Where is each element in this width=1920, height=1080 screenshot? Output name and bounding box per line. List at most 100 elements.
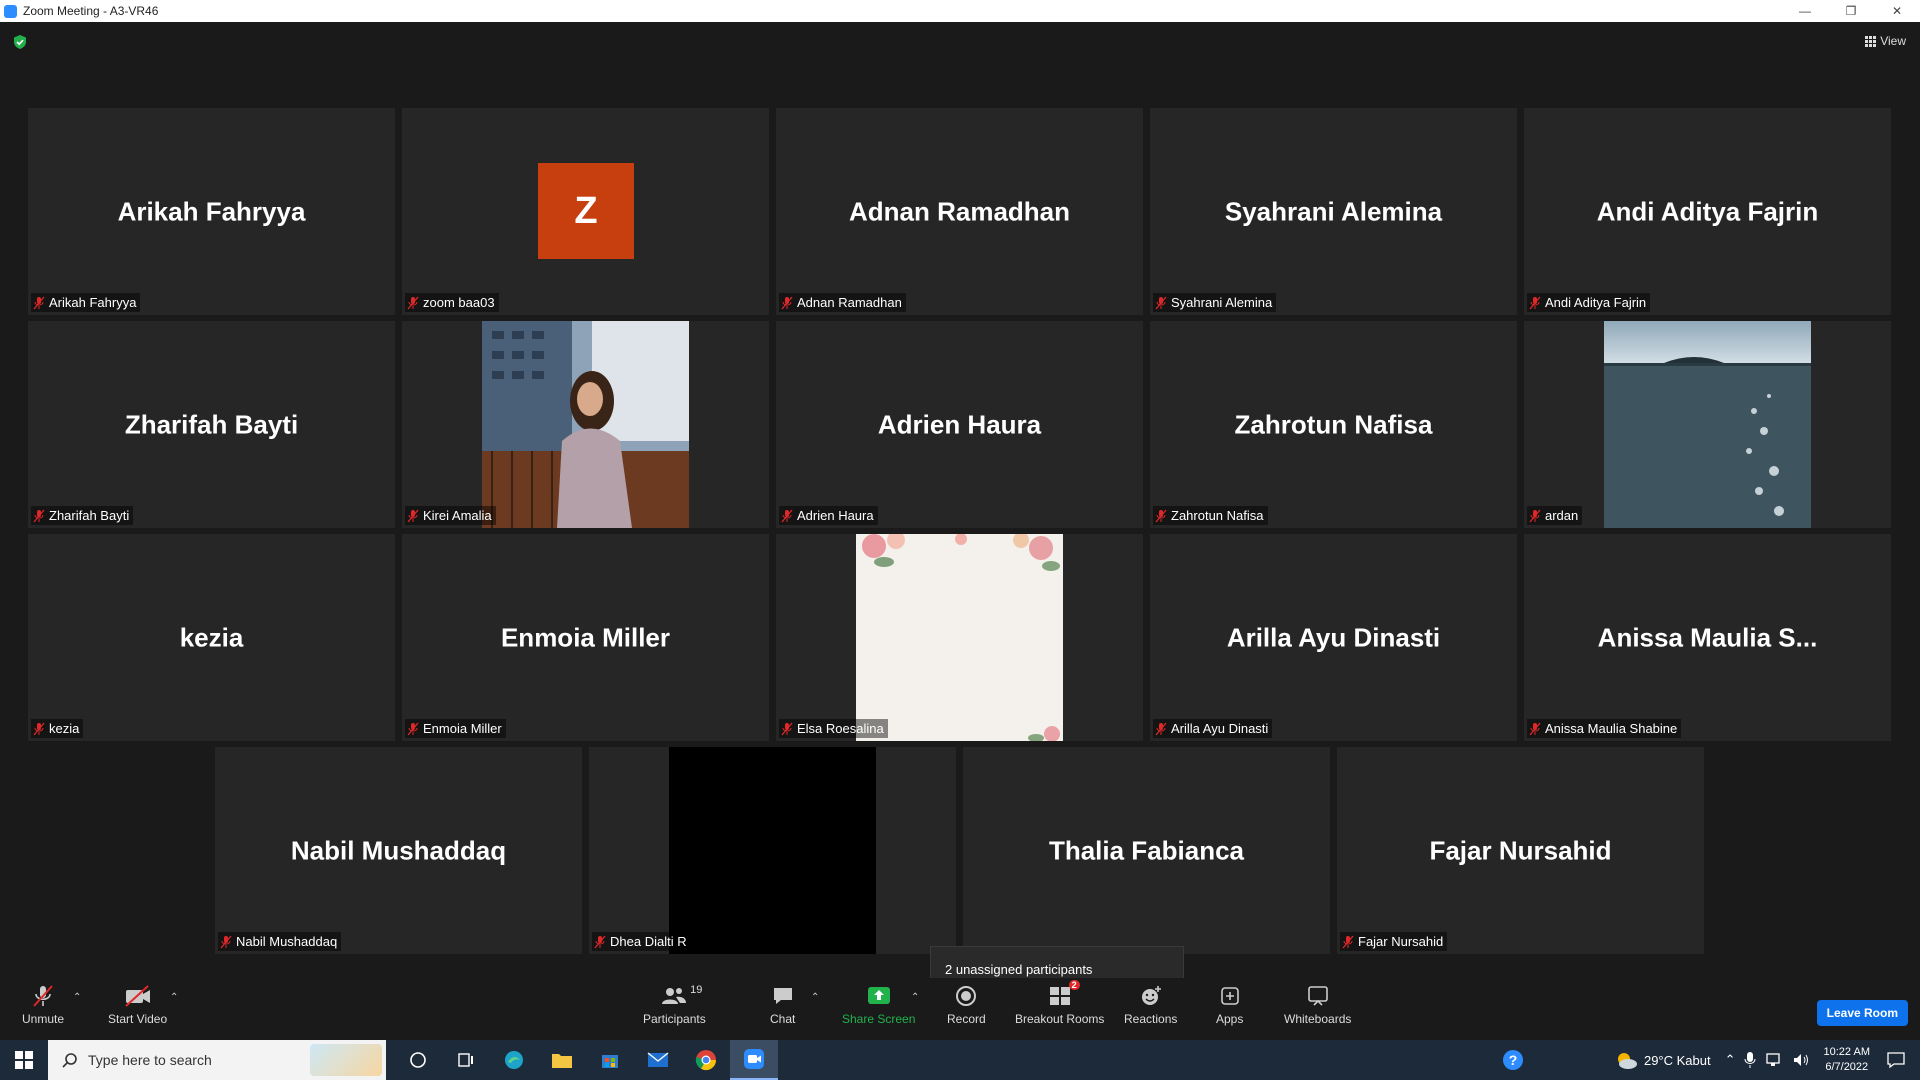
mic-off-icon	[1155, 509, 1167, 522]
participant-tile[interactable]: Adrien Haura Adrien Haura	[776, 321, 1143, 528]
profile-photo	[1604, 321, 1811, 528]
chevron-up-icon[interactable]: ⌃	[1725, 1052, 1736, 1068]
participants-icon	[662, 988, 687, 1004]
whiteboards-button[interactable]: Whiteboards	[1284, 984, 1351, 1026]
profile-photo	[482, 321, 689, 528]
zoom-app-icon	[4, 4, 17, 18]
participant-label: Syahrani Alemina	[1153, 293, 1277, 312]
meeting-area: View Arikah Fahryya Arikah Fahryya Z zoo…	[0, 22, 1920, 998]
record-button[interactable]: Record	[947, 984, 986, 1026]
participant-tile[interactable]: ardan	[1524, 321, 1891, 528]
participant-tile[interactable]: Zahrotun Nafisa Zahrotun Nafisa	[1150, 321, 1517, 528]
participant-label: Enmoia Miller	[405, 719, 506, 738]
reactions-icon	[1141, 986, 1161, 1005]
system-tray: ? 29°C Kabut ⌃ 10:22 AM 6/7/2022	[1502, 1040, 1920, 1080]
participant-display-name: Enmoia Miller	[500, 622, 671, 652]
audio-options-caret[interactable]: ⌃	[73, 992, 81, 1003]
participant-label: Andi Aditya Fajrin	[1527, 293, 1651, 312]
participants-count: 19	[690, 984, 703, 996]
participant-display-name: Arilla Ayu Dinasti	[1226, 622, 1441, 652]
mic-off-icon	[33, 722, 45, 735]
participant-tile[interactable]: Kirei Amalia	[402, 321, 769, 528]
participant-tile[interactable]: Elsa Roesalina	[776, 534, 1143, 741]
participant-label: Nabil Mushaddaq	[218, 932, 342, 951]
close-icon[interactable]: ✕	[1874, 0, 1920, 22]
mic-off-icon	[594, 935, 606, 948]
microsoft-store-icon[interactable]	[586, 1040, 634, 1080]
participant-display-name: kezia	[179, 622, 244, 652]
mail-icon[interactable]	[634, 1040, 682, 1080]
taskbar-search-input[interactable]: Type here to search	[48, 1040, 386, 1080]
chat-options-caret[interactable]: ⌃	[811, 992, 819, 1003]
taskbar-clock[interactable]: 10:22 AM 6/7/2022	[1824, 1045, 1870, 1075]
apps-icon	[1220, 987, 1239, 1005]
meeting-toolbar: Unmute ⌃ Start Video ⌃ 19 Participants C…	[0, 978, 1920, 1040]
record-icon	[956, 986, 977, 1006]
participant-tile[interactable]: Nabil Mushaddaq Nabil Mushaddaq	[215, 747, 582, 954]
participant-label: Kirei Amalia	[405, 506, 496, 525]
participant-label: ardan	[1527, 506, 1583, 525]
weather-label[interactable]: 29°C Kabut	[1644, 1053, 1711, 1068]
participant-tile[interactable]: Z zoom baa03	[402, 108, 769, 315]
windows-taskbar: Type here to search ? 29°C Kabut ⌃ 10:22…	[0, 1040, 1920, 1080]
participant-tile[interactable]: Andi Aditya Fajrin Andi Aditya Fajrin	[1524, 108, 1891, 315]
mic-off-icon	[1155, 296, 1167, 309]
participant-display-name: Andi Aditya Fajrin	[1596, 196, 1819, 226]
participant-tile[interactable]: Dhea Dialti R	[589, 747, 956, 954]
edge-icon[interactable]	[490, 1040, 538, 1080]
avatar: Z	[538, 163, 634, 259]
start-button[interactable]	[0, 1040, 48, 1080]
svg-text:?: ?	[1509, 1052, 1518, 1068]
participant-tile[interactable]: Enmoia Miller Enmoia Miller	[402, 534, 769, 741]
participant-display-name: Nabil Mushaddaq	[290, 835, 507, 865]
mic-off-icon	[33, 296, 45, 309]
notification-icon[interactable]	[1886, 1051, 1906, 1069]
reactions-button[interactable]: Reactions	[1124, 984, 1177, 1026]
share-screen-button[interactable]: Share Screen	[842, 984, 915, 1026]
participant-tile[interactable]: Syahrani Alemina Syahrani Alemina	[1150, 108, 1517, 315]
participant-display-name: Zahrotun Nafisa	[1234, 409, 1433, 439]
mic-off-icon	[33, 509, 45, 522]
breakout-rooms-button[interactable]: 2 Breakout Rooms	[1015, 980, 1104, 1026]
participant-tile[interactable]: Zharifah Bayti Zharifah Bayti	[28, 321, 395, 528]
microphone-icon[interactable]	[1744, 1051, 1756, 1069]
file-explorer-icon[interactable]	[538, 1040, 586, 1080]
mic-off-icon	[1529, 509, 1541, 522]
participant-label: Adnan Ramadhan	[779, 293, 906, 312]
search-icon	[62, 1053, 77, 1068]
share-options-caret[interactable]: ⌃	[911, 992, 919, 1003]
apps-button[interactable]: Apps	[1216, 984, 1243, 1026]
video-options-caret[interactable]: ⌃	[170, 992, 178, 1003]
mic-off-icon	[407, 722, 419, 735]
share-screen-icon	[867, 987, 890, 1004]
shield-check-icon[interactable]	[12, 34, 28, 50]
minimize-icon[interactable]: —	[1782, 0, 1828, 22]
mic-off-icon	[407, 509, 419, 522]
start-video-button[interactable]: Start Video	[108, 984, 167, 1026]
zoom-taskbar-icon[interactable]	[730, 1040, 778, 1080]
participant-tile[interactable]: Arilla Ayu Dinasti Arilla Ayu Dinasti	[1150, 534, 1517, 741]
participant-tile[interactable]: Thalia Fabianca	[963, 747, 1330, 954]
participant-tile[interactable]: Anissa Maulia S... Anissa Maulia Shabine	[1524, 534, 1891, 741]
help-icon[interactable]: ?	[1502, 1049, 1524, 1071]
participants-button[interactable]: 19 Participants	[643, 984, 706, 1026]
participant-tile[interactable]: Fajar Nursahid Fajar Nursahid	[1337, 747, 1704, 954]
participant-label: Anissa Maulia Shabine	[1527, 719, 1682, 738]
chrome-icon[interactable]	[682, 1040, 730, 1080]
participant-display-name: Thalia Fabianca	[1048, 835, 1245, 865]
volume-icon[interactable]	[1792, 1052, 1810, 1068]
network-icon[interactable]	[1765, 1052, 1784, 1068]
chat-button[interactable]: Chat	[770, 984, 795, 1026]
cortana-icon[interactable]	[394, 1040, 442, 1080]
task-view-icon[interactable]	[442, 1040, 490, 1080]
participant-tile[interactable]: Adnan Ramadhan Adnan Ramadhan	[776, 108, 1143, 315]
participant-label: Arilla Ayu Dinasti	[1153, 719, 1273, 738]
leave-room-button[interactable]: Leave Room	[1816, 1000, 1908, 1026]
participant-display-name: Adnan Ramadhan	[848, 196, 1071, 226]
participant-tile[interactable]: Arikah Fahryya Arikah Fahryya	[28, 108, 395, 315]
unmute-button[interactable]: Unmute	[22, 984, 64, 1026]
mic-off-icon	[781, 509, 793, 522]
participant-tile[interactable]: kezia kezia	[28, 534, 395, 741]
restore-icon[interactable]: ❐	[1828, 0, 1874, 22]
view-button[interactable]: View	[1865, 34, 1906, 48]
